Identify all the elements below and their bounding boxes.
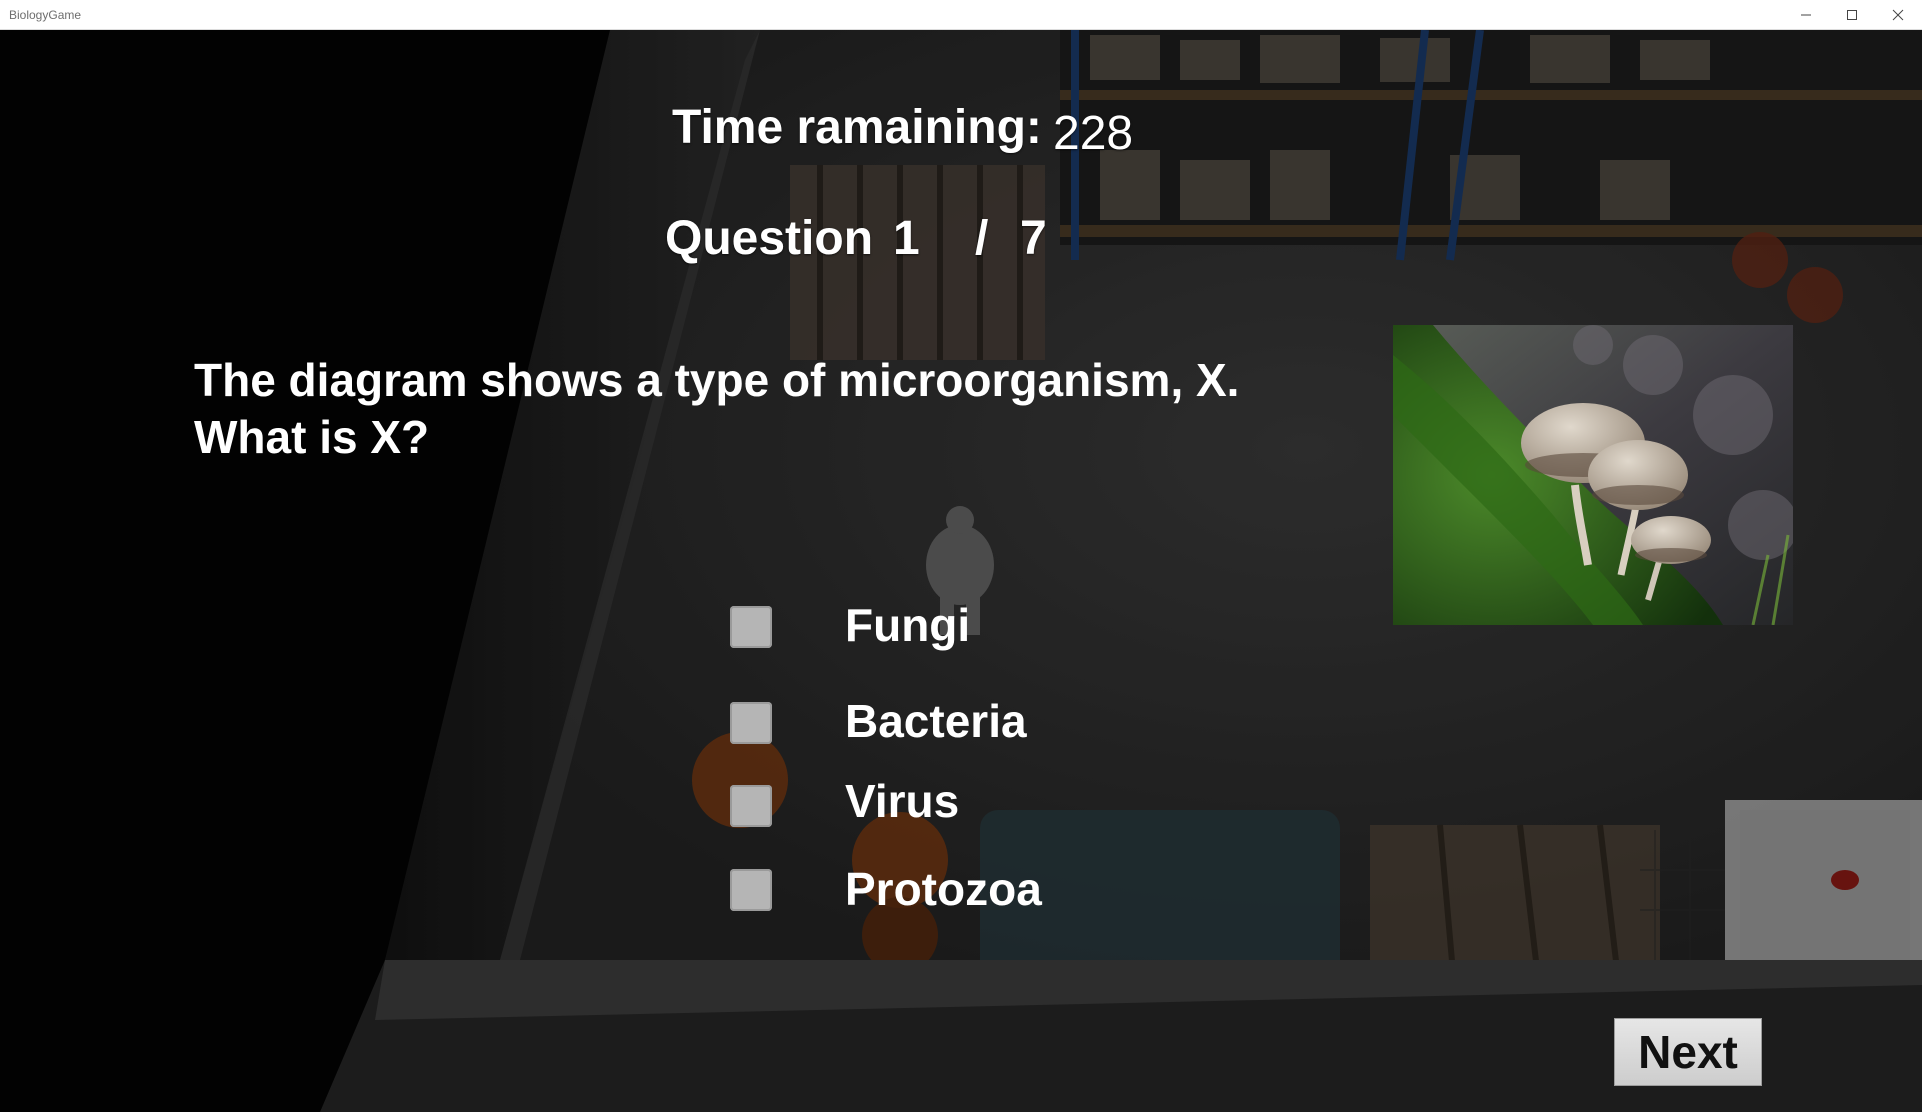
question-number: 1 <box>893 212 920 265</box>
option-fungi-label[interactable]: Fungi <box>845 598 970 652</box>
close-icon <box>1892 9 1904 21</box>
mushroom-image <box>1393 325 1793 625</box>
question-separator: / <box>975 212 989 265</box>
option-bacteria-label[interactable]: Bacteria <box>845 694 1027 748</box>
option-fungi-checkbox[interactable] <box>730 606 772 648</box>
minimize-button[interactable] <box>1783 0 1829 30</box>
option-virus-label[interactable]: Virus <box>845 774 959 828</box>
time-remaining-value: 228 <box>1053 107 1134 160</box>
window-title: BiologyGame <box>9 8 82 22</box>
option-virus-checkbox[interactable] <box>730 785 772 827</box>
time-remaining-label: Time ramaining: <box>672 101 1042 154</box>
question-text: The diagram shows a type of microorganis… <box>194 354 1240 463</box>
next-button[interactable]: Next <box>1614 1018 1762 1086</box>
option-protozoa-label[interactable]: Protozoa <box>845 862 1042 916</box>
minimize-icon <box>1801 14 1811 16</box>
question-label: Question <box>665 212 874 265</box>
maximize-button[interactable] <box>1829 0 1875 30</box>
option-protozoa-checkbox[interactable] <box>730 869 772 911</box>
game-scene: Time ramaining: 228 Question 1 / 7 The d… <box>0 30 1922 1112</box>
question-total: 7 <box>1020 212 1047 265</box>
option-bacteria-checkbox[interactable] <box>730 702 772 744</box>
close-button[interactable] <box>1875 0 1921 30</box>
question-image <box>1393 325 1793 625</box>
maximize-icon <box>1847 10 1857 20</box>
window-titlebar: BiologyGame <box>0 0 1922 30</box>
